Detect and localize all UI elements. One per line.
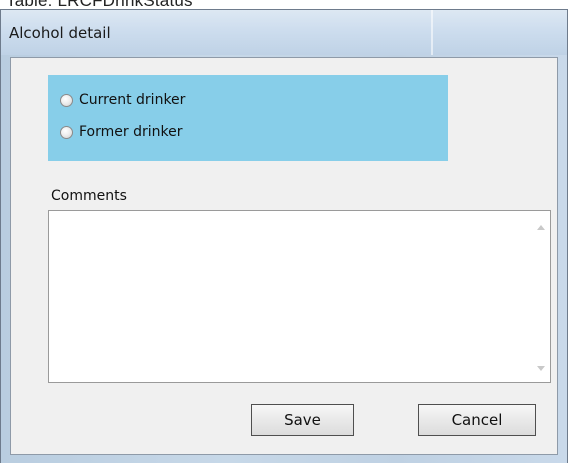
drinker-status-radio-group: Current drinker Former drinker: [48, 75, 448, 161]
scroll-up-arrow-icon[interactable]: [537, 225, 545, 230]
radio-current-drinker[interactable]: Current drinker: [60, 92, 185, 108]
radio-button-icon[interactable]: [60, 93, 73, 107]
window-title: Alcohol detail: [9, 24, 111, 42]
radio-former-drinker[interactable]: Former drinker: [60, 124, 182, 140]
comments-label: Comments: [51, 188, 127, 204]
radio-label-former-drinker[interactable]: Former drinker: [79, 124, 182, 140]
radio-label-current-drinker[interactable]: Current drinker: [79, 92, 185, 108]
radio-button-icon[interactable]: [60, 125, 73, 139]
save-button[interactable]: Save: [251, 404, 354, 436]
dialog-body: Current drinker Former drinker Comments …: [10, 57, 558, 455]
comments-scrollbar[interactable]: [533, 211, 550, 382]
cancel-button[interactable]: Cancel: [418, 404, 536, 436]
scroll-down-arrow-icon[interactable]: [537, 366, 545, 371]
alcohol-detail-dialog: Alcohol detail Current drinker Former dr…: [0, 9, 568, 463]
comments-textarea[interactable]: [48, 210, 551, 383]
title-bar[interactable]: Alcohol detail: [1, 10, 567, 55]
